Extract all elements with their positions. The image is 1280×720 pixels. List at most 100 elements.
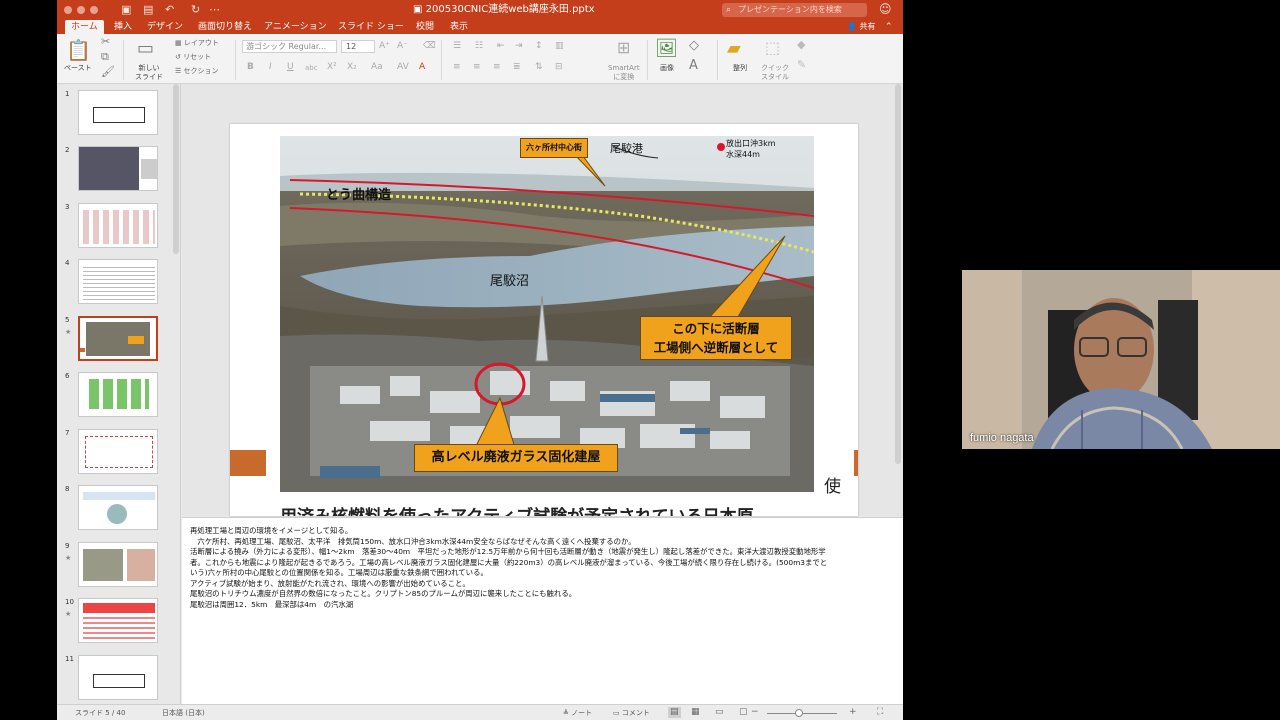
sidebar-toggle-icon[interactable]: ▣ (121, 3, 131, 17)
tab-animations[interactable]: アニメーション (258, 20, 333, 34)
numbering-icon[interactable]: ☷ (475, 41, 483, 51)
zoom-out-icon[interactable]: − (751, 707, 759, 718)
smartart-icon[interactable]: ⊞ (617, 38, 630, 57)
increase-indent-icon[interactable]: ⇥ (515, 41, 523, 51)
slide-thumbnails-pane: 1 2 3 4 5 ★ 6 7 8 9 ★ 10 ★ 11 (57, 84, 181, 704)
layout-icon: ▦ (175, 39, 184, 47)
align-center-icon[interactable]: ≡ (473, 62, 481, 72)
increase-font-icon[interactable]: A⁺ (379, 41, 390, 51)
note-line: 者。これからも地震により隆起が起きるであろう。工場の高レベル廃液ガラス固化建屋に… (190, 557, 828, 567)
decrease-font-icon[interactable]: A⁻ (397, 41, 408, 51)
shape-outline-icon[interactable]: ✎ (797, 58, 806, 71)
thumbnail-number: 6 (65, 372, 70, 380)
current-slide[interactable]: 六ヶ所村中心街 尾駮港 放出口沖3km 水深44m とう曲構造 尾駮沼 この下に… (230, 124, 858, 516)
customize-toolbar-icon[interactable]: ⋯ (209, 3, 220, 17)
ribbon-separator (235, 40, 236, 80)
slide-thumbnail[interactable] (78, 485, 158, 530)
quick-styles-icon[interactable]: ⬚ (765, 38, 780, 57)
strikethrough-icon[interactable]: abc (305, 64, 318, 72)
format-painter-icon[interactable]: 🖌 (101, 65, 115, 78)
bullets-icon[interactable]: ☰ (453, 41, 461, 51)
line-spacing-icon[interactable]: ↕ (535, 41, 543, 51)
align-left-icon[interactable]: ≡ (453, 62, 461, 72)
normal-view-icon[interactable]: ▤ (668, 707, 681, 718)
slide-thumbnail[interactable] (78, 90, 158, 135)
flexure-structure-label: とう曲構造 (326, 188, 392, 203)
bold-icon[interactable]: B (247, 62, 254, 72)
tab-insert[interactable]: 挿入 (108, 20, 138, 34)
tab-home[interactable]: ホーム (65, 20, 104, 34)
comments-button[interactable]: ▭ コメント (613, 708, 650, 718)
share-button[interactable]: 👤 共有 (847, 20, 876, 34)
cut-icon[interactable]: ✂ (101, 35, 110, 48)
underline-icon[interactable]: U (287, 62, 294, 72)
arrange-icon[interactable]: ▰ (727, 38, 741, 59)
minimize-window-button[interactable] (77, 6, 85, 14)
clear-format-icon[interactable]: ⌫ (423, 41, 436, 51)
obuchi-marsh-label: 尾駮沼 (490, 274, 530, 289)
slide-thumbnail[interactable] (78, 259, 158, 304)
italic-icon[interactable]: I (269, 62, 272, 72)
obuchi-port-label: 尾駮港 (610, 142, 643, 155)
columns-icon[interactable]: ▥ (555, 41, 564, 51)
slide-thumbnail[interactable] (78, 372, 158, 417)
new-slide-icon[interactable]: ▭ (137, 38, 154, 59)
align-right-icon[interactable]: ≡ (493, 62, 501, 72)
superscript-icon[interactable]: X² (327, 62, 337, 72)
font-size-select[interactable]: 12 (341, 40, 375, 53)
zoom-slider-thumb[interactable] (795, 709, 803, 717)
change-case-icon[interactable]: Aa (371, 62, 383, 72)
fit-to-window-icon[interactable]: ⛶ (877, 707, 883, 718)
shapes-icon[interactable]: ◇ (689, 38, 699, 53)
slide-thumbnail[interactable] (78, 316, 158, 361)
slide-thumbnail[interactable] (78, 655, 158, 700)
align-text-icon[interactable]: ⊟ (555, 62, 563, 72)
slide-thumbnail[interactable] (78, 203, 158, 248)
slide-thumbnail[interactable] (78, 542, 158, 587)
tab-design[interactable]: デザイン (141, 20, 189, 34)
copy-icon[interactable]: ⧉ (101, 50, 109, 64)
zoom-in-icon[interactable]: + (849, 707, 857, 718)
smartart-label: SmartArt に変換 (608, 64, 640, 81)
decrease-indent-icon[interactable]: ⇤ (497, 41, 505, 51)
textbox-icon[interactable]: A (689, 58, 698, 73)
zoom-window-button[interactable] (90, 6, 98, 14)
reading-view-icon[interactable]: ▭ (715, 707, 724, 718)
section-button[interactable]: ☰ セクション (175, 66, 219, 76)
justify-icon[interactable]: ≣ (513, 62, 521, 72)
thumbnails-scrollbar[interactable] (173, 84, 179, 254)
font-name-select[interactable]: 游ゴシック Regular... (242, 40, 337, 53)
notes-button[interactable]: ≜ ノート (563, 708, 592, 718)
reset-button[interactable]: ↺ リセット (175, 52, 211, 62)
save-icon[interactable]: ▤ (143, 3, 153, 17)
tab-review[interactable]: 校閲 (410, 20, 440, 34)
tab-transitions[interactable]: 画面切り替え (192, 20, 258, 34)
participant-video-tile[interactable]: fumio nagata (962, 270, 1280, 449)
slide-thumbnail[interactable] (78, 146, 158, 191)
shape-fill-icon[interactable]: ◆ (797, 38, 805, 51)
paste-icon[interactable]: 📋 (66, 38, 91, 62)
search-input[interactable]: ⌕ プレゼンテーション内を検索 (722, 3, 867, 17)
thumbnail-number: 5 (65, 316, 70, 324)
speaker-notes-pane[interactable]: 再処理工場と周辺の環境をイメージとして知る。 六ケ所村、再処理工場、尾駮沼、太平… (182, 517, 903, 704)
layout-button[interactable]: ▦ レイアウト (175, 38, 219, 48)
undo-icon[interactable]: ↶ (165, 3, 174, 17)
thumbnail-number: 8 (65, 485, 70, 493)
picture-icon[interactable]: 🖼 (655, 38, 678, 59)
tab-slideshow[interactable]: スライド ショー (332, 20, 410, 34)
slide-sorter-icon[interactable]: ▦ (691, 707, 700, 718)
slide-thumbnail[interactable] (78, 598, 158, 643)
canvas-scrollbar[interactable] (895, 84, 901, 464)
close-window-button[interactable] (64, 6, 72, 14)
font-color-icon[interactable]: A (419, 62, 425, 72)
subscript-icon[interactable]: X₂ (347, 62, 357, 72)
slide-thumbnail[interactable] (78, 429, 158, 474)
tab-view[interactable]: 表示 (444, 20, 474, 34)
language-indicator[interactable]: 日本語 (日本) (162, 708, 205, 718)
redo-icon[interactable]: ↻ (191, 3, 200, 17)
character-spacing-icon[interactable]: AV (397, 62, 409, 72)
feedback-smiley-icon[interactable]: ☺ (879, 2, 892, 16)
collapse-ribbon-icon[interactable]: ⌃ (885, 20, 893, 34)
slideshow-view-icon[interactable]: ▢ (739, 707, 748, 718)
text-direction-icon[interactable]: ⇅ (535, 62, 543, 72)
